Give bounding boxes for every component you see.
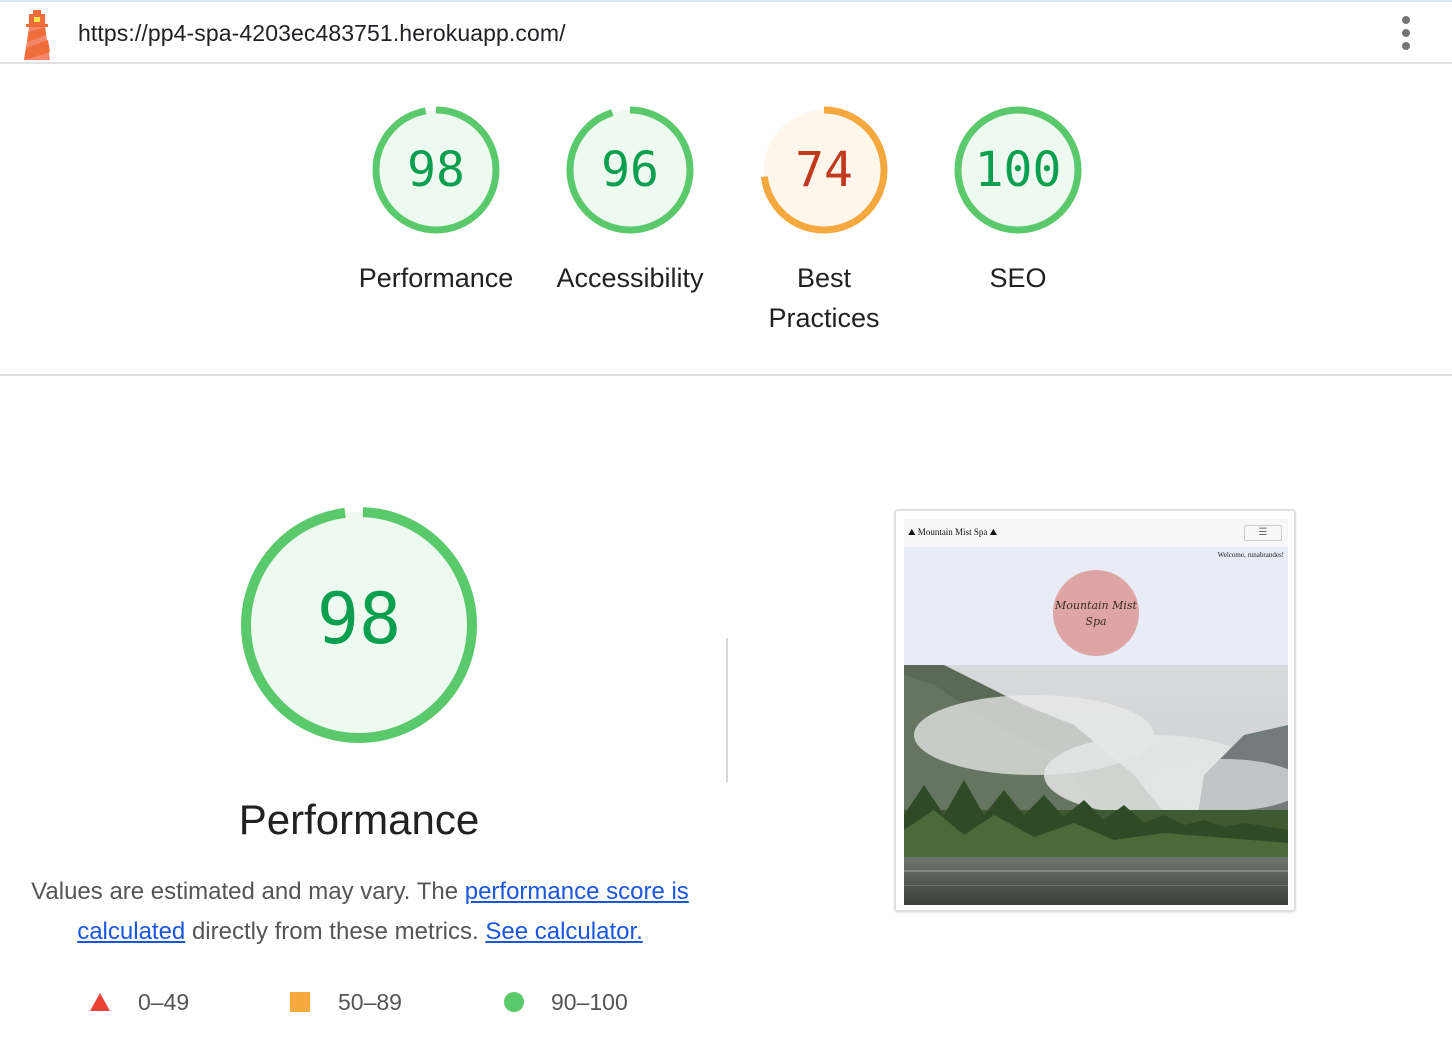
desc-text: Values are estimated and may vary. The <box>31 878 465 905</box>
circle-icon <box>504 992 524 1012</box>
page-url: https://pp4-spa-4203ec483751.herokuapp.c… <box>78 20 566 46</box>
gauge-seo[interactable]: 100 SEO <box>928 104 1108 298</box>
report-header: https://pp4-spa-4203ec483751.herokuapp.c… <box>0 0 1452 64</box>
final-screenshot[interactable]: ⛰ Mountain Mist Spa ⛰ ☰ Welcome, runabra… <box>894 509 1296 912</box>
site-logo-line: Spa <box>1085 615 1107 628</box>
score-legend: 0–49 50–89 90–100 <box>0 982 720 1022</box>
gauge-score: 98 <box>407 142 465 198</box>
performance-title: Performance <box>238 796 480 843</box>
hamburger-icon: ☰ <box>1244 525 1282 541</box>
site-welcome: Welcome, runabrandes! <box>1217 551 1284 559</box>
gauge-label: Accessibility <box>556 263 704 293</box>
gauge-score: 74 <box>795 142 853 198</box>
gauge-accessibility[interactable]: 96 Accessibility <box>540 104 720 298</box>
site-navbar: ⛰ Mountain Mist Spa ⛰ ☰ <box>904 519 1288 548</box>
category-gauges: 98 Performance 96 Accessibility 74 Best … <box>0 64 1452 374</box>
performance-description: Values are estimated and may vary. The p… <box>30 872 690 952</box>
gauge-score: 100 <box>974 142 1062 198</box>
site-brand: ⛰ Mountain Mist Spa ⛰ <box>908 527 998 537</box>
gauge-performance[interactable]: 98 Performance <box>346 104 526 298</box>
performance-score: 98 <box>316 578 402 660</box>
legend-range: 0–49 <box>138 989 190 1015</box>
site-logo-text: Mountain Mist Spa <box>1053 598 1139 630</box>
site-logo-line: Mountain Mist <box>1055 599 1137 612</box>
desc-text: directly from these metrics. <box>185 918 486 945</box>
vertical-divider <box>726 638 728 782</box>
lighthouse-icon <box>24 10 50 60</box>
legend-fail: 0–49 <box>90 982 189 1022</box>
kebab-menu-icon[interactable] <box>1396 16 1416 54</box>
screenshot-viewport: ⛰ Mountain Mist Spa ⛰ ☰ Welcome, runabra… <box>904 519 1288 905</box>
gauge-label: Best Practices <box>768 263 880 333</box>
legend-pass: 90–100 <box>504 982 628 1022</box>
gauge-label: Performance <box>358 263 514 293</box>
mountain-photo <box>904 665 1288 905</box>
square-icon <box>290 992 310 1012</box>
gauge-best-practices[interactable]: 74 Best Practices <box>734 104 914 338</box>
legend-range: 50–89 <box>338 989 402 1015</box>
site-logo-badge: Mountain Mist Spa <box>1053 570 1139 656</box>
see-calculator-link[interactable]: See calculator. <box>485 918 642 945</box>
gauge-label: SEO <box>989 263 1047 293</box>
gauge-score: 96 <box>601 142 659 198</box>
triangle-icon <box>90 993 110 1011</box>
site-hero: Welcome, runabrandes! Mountain Mist Spa <box>904 547 1288 665</box>
section-divider <box>0 374 1452 376</box>
legend-range: 90–100 <box>551 989 628 1015</box>
legend-average: 50–89 <box>290 982 402 1022</box>
